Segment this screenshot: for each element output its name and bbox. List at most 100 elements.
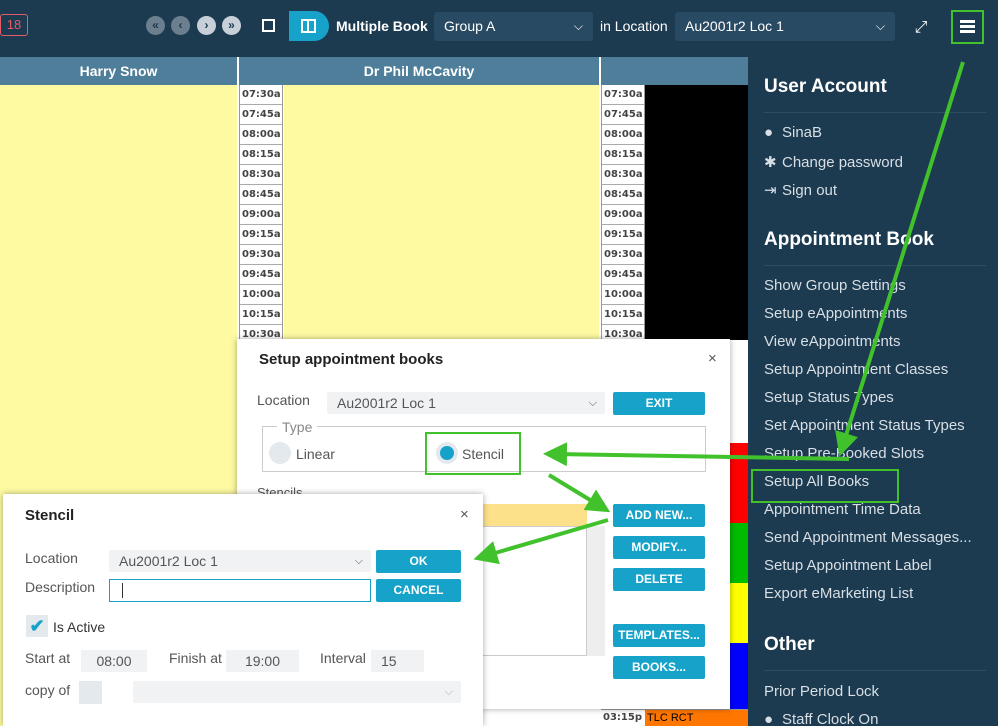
- menu-item-setup-eappointments[interactable]: Setup eAppointments: [764, 305, 907, 322]
- linear-radio[interactable]: [269, 442, 291, 464]
- ok-button[interactable]: OK: [376, 550, 461, 573]
- date-badge[interactable]: 18: [0, 14, 28, 36]
- modify-button[interactable]: MODIFY...: [613, 536, 705, 559]
- time-slot-label: 08:00a: [240, 125, 282, 145]
- location-label: Location: [257, 392, 310, 408]
- close-icon[interactable]: ×: [460, 506, 469, 523]
- interval-label: Interval: [320, 650, 366, 666]
- text-cursor: [122, 583, 123, 598]
- sign-out-link[interactable]: ⇥ Sign out: [764, 181, 837, 199]
- location-label: Location: [25, 550, 78, 566]
- appointment-book-heading: Appointment Book: [764, 229, 934, 250]
- column-header-third[interactable]: [601, 57, 748, 85]
- menu-item-show-group-settings[interactable]: Show Group Settings: [764, 277, 906, 294]
- appointment-strip[interactable]: [730, 443, 748, 709]
- first-page-icon[interactable]: «: [146, 16, 165, 35]
- in-location-label: in Location: [600, 18, 668, 34]
- column-header-harry-snow[interactable]: Harry Snow: [0, 57, 237, 85]
- column-header-phil-mccavity[interactable]: Dr Phil McCavity: [239, 57, 599, 85]
- appointment-color-segment[interactable]: [730, 443, 748, 523]
- main-menu-button[interactable]: [951, 10, 984, 44]
- exit-button[interactable]: EXIT: [613, 392, 705, 415]
- time-slot-label: 09:45a: [602, 265, 644, 285]
- copy-of-label: copy of: [25, 682, 71, 698]
- user-icon: ●: [764, 124, 774, 141]
- description-label: Description: [25, 579, 96, 595]
- time-slot-label: 07:45a: [240, 105, 282, 125]
- menu-item-staff-clock-on[interactable]: ● Staff Clock On: [764, 711, 878, 726]
- time-slot-label: 09:00a: [602, 205, 644, 225]
- interval-input[interactable]: 15: [371, 650, 424, 672]
- top-toolbar: 18 « ‹ › » Multiple Book Group A ⌵ in Lo…: [0, 0, 998, 57]
- time-slot-label: 09:30a: [602, 245, 644, 265]
- is-active-checkbox[interactable]: ✔: [26, 615, 48, 637]
- last-page-icon[interactable]: »: [222, 16, 241, 35]
- time-slot-label: 09:00a: [240, 205, 282, 225]
- stencil-list-selected-row[interactable]: [481, 504, 587, 526]
- chevron-down-icon: ⌵: [444, 686, 453, 698]
- copy-of-select[interactable]: ⌵: [133, 681, 461, 703]
- menu-item-export-emarketing-list[interactable]: Export eMarketing List: [764, 585, 913, 602]
- chevron-down-icon: ⌵: [588, 397, 597, 409]
- appointment-color-segment[interactable]: [730, 643, 748, 709]
- time-slot-label: 10:15a: [240, 305, 282, 325]
- add-new-button[interactable]: ADD NEW...: [613, 504, 705, 527]
- start-at-input[interactable]: 08:00: [81, 650, 147, 672]
- menu-item-appointment-time-data[interactable]: Appointment Time Data: [764, 501, 921, 518]
- location-select[interactable]: Au2001r2 Loc 1 ⌵: [327, 392, 605, 414]
- stencil-list[interactable]: [481, 526, 587, 656]
- menu-item-view-eappointments[interactable]: View eAppointments: [764, 333, 900, 350]
- location-select[interactable]: Au2001r2 Loc 1 ⌵: [675, 12, 895, 41]
- clock-icon: ●: [764, 711, 774, 726]
- menu-item-setup-appointment-label[interactable]: Setup Appointment Label: [764, 557, 932, 574]
- finish-at-input[interactable]: 19:00: [226, 650, 299, 672]
- appointment-block[interactable]: TLC RCT: [645, 710, 748, 726]
- group-select[interactable]: Group A ⌵: [434, 12, 593, 41]
- time-column: 07:30a 07:45a 08:00a 08:15a 08:30a 08:45a 09:0…: [601, 85, 645, 345]
- time-slot-label: 07:30a: [602, 85, 644, 105]
- stencil-list-scrollbar[interactable]: [587, 526, 605, 656]
- multiple-book-view-button[interactable]: [289, 11, 329, 41]
- highlight-setup-all-books: [751, 469, 899, 503]
- change-password-link[interactable]: ✱ Change password: [764, 153, 903, 171]
- appointment-color-segment[interactable]: [730, 523, 748, 583]
- dialog-title: Stencil: [25, 507, 75, 524]
- time-slot-label: 03:15p: [603, 712, 642, 723]
- description-input[interactable]: [109, 579, 371, 602]
- books-button[interactable]: BOOKS...: [613, 656, 705, 679]
- divider: [764, 670, 986, 671]
- calendar-row[interactable]: 03:15p TLC RCT: [601, 709, 748, 726]
- linear-label: Linear: [296, 446, 335, 462]
- group-select-value: Group A: [444, 18, 496, 34]
- menu-item-send-appointment-messages[interactable]: Send Appointment Messages...: [764, 529, 972, 546]
- time-slot-label: 08:30a: [240, 165, 282, 185]
- delete-button[interactable]: DELETE: [613, 568, 705, 591]
- expand-icon[interactable]: ⤢: [911, 18, 931, 38]
- previous-icon[interactable]: ‹: [171, 16, 190, 35]
- calendar-column-phil-mccavity[interactable]: [284, 85, 599, 345]
- close-icon[interactable]: ×: [708, 350, 717, 367]
- menu-item-setup-pre-booked-slots[interactable]: Setup Pre-Booked Slots: [764, 445, 924, 462]
- location-select[interactable]: Au2001r2 Loc 1 ⌵: [109, 550, 371, 572]
- hamburger-menu-icon: [960, 20, 975, 33]
- stencil-dialog: Stencil × Location Au2001r2 Loc 1 ⌵ OK D…: [3, 494, 483, 726]
- menu-item-prior-period-lock[interactable]: Prior Period Lock: [764, 683, 879, 700]
- cancel-button[interactable]: CANCEL: [376, 579, 461, 602]
- copy-of-checkbox[interactable]: [79, 681, 102, 704]
- next-icon[interactable]: ›: [197, 16, 216, 35]
- time-slot-label: 08:00a: [602, 125, 644, 145]
- time-slot-label: 08:15a: [602, 145, 644, 165]
- user-profile-link[interactable]: ● SinaB: [764, 124, 822, 141]
- single-book-view-button[interactable]: [249, 11, 289, 41]
- time-column: 07:30a 07:45a 08:00a 08:15a 08:30a 08:45a 09:0…: [239, 85, 283, 345]
- user-account-heading: User Account: [764, 76, 887, 97]
- menu-item-setup-status-types[interactable]: Setup Status Types: [764, 389, 894, 406]
- time-slot-label: 07:45a: [602, 105, 644, 125]
- menu-item-set-appointment-status-types[interactable]: Set Appointment Status Types: [764, 417, 965, 434]
- templates-button[interactable]: TEMPLATES...: [613, 624, 705, 647]
- menu-item-setup-appointment-classes[interactable]: Setup Appointment Classes: [764, 361, 948, 378]
- multiple-book-label: Multiple Book: [336, 18, 428, 34]
- appointment-color-segment[interactable]: [730, 583, 748, 643]
- calendar-blocked-area[interactable]: [645, 85, 748, 340]
- time-slot-label: 08:45a: [602, 185, 644, 205]
